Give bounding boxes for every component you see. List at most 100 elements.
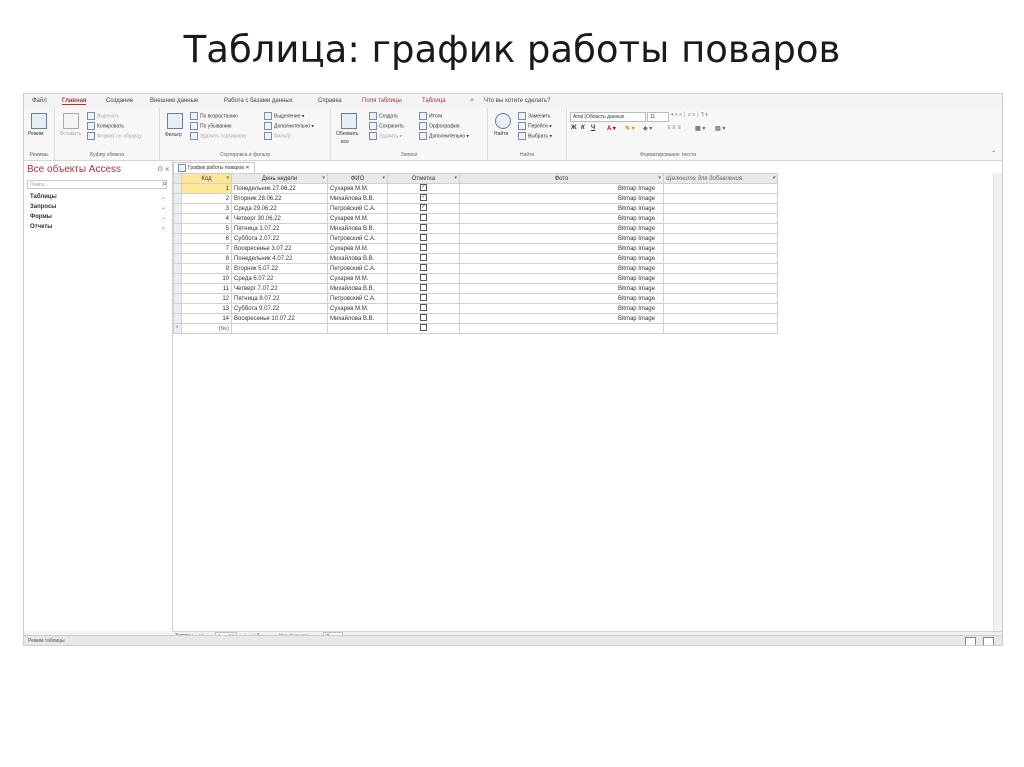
checkbox-unchecked[interactable]: [420, 284, 427, 292]
cell-mark[interactable]: ✓: [387, 203, 460, 214]
cell-kod[interactable]: 3: [181, 203, 232, 214]
design-view-button[interactable]: [983, 637, 994, 645]
cell-photo[interactable]: Bitmap Image: [459, 283, 664, 294]
cell-fio[interactable]: Петровский С.А.: [327, 233, 388, 244]
cell-empty[interactable]: [663, 193, 778, 204]
find-button[interactable]: Найти: [494, 131, 508, 137]
fill-color-button[interactable]: ◆ ▾: [643, 125, 652, 132]
nav-pane-title[interactable]: Все объекты Access: [27, 164, 121, 175]
cell-kod[interactable]: 1: [181, 183, 232, 194]
table-row[interactable]: 12 Пятница 8.07.22 Петровский С.А. Bitmap I…: [173, 293, 778, 304]
checkbox-unchecked[interactable]: [420, 264, 427, 272]
checkbox-unchecked[interactable]: [420, 234, 427, 242]
chevron-down-icon[interactable]: ⌄: [161, 224, 166, 231]
table-row[interactable]: 14 Воскресенье 10.07.22 Михайлова В.В. Bitm…: [173, 313, 778, 324]
new-record-row[interactable]: * (№): [173, 323, 778, 334]
refresh-all-button[interactable]: Обновить: [336, 131, 359, 137]
cell-empty[interactable]: [663, 293, 778, 304]
more-records-button[interactable]: Дополнительно ▾: [419, 132, 469, 140]
nav-group-queries[interactable]: Запросы: [30, 204, 56, 210]
cell-fio[interactable]: Михайлова В.В.: [327, 313, 388, 324]
spelling-button[interactable]: Орфография: [419, 122, 460, 130]
cell-mark[interactable]: ✓: [387, 193, 460, 204]
checkbox-unchecked[interactable]: [420, 244, 427, 252]
table-row[interactable]: 1 Понедельник 27.06.22 Сухарев М.М. ✓ Bitmap…: [173, 183, 778, 194]
sort-descending-button[interactable]: По убыванию: [190, 122, 231, 130]
select-all-cell[interactable]: [173, 173, 182, 184]
cell-mark[interactable]: [387, 313, 460, 324]
checkbox-checked[interactable]: ✓: [420, 204, 427, 212]
list-buttons[interactable]: ▾ ≡ ≡ │ ≡ ≡ │ ¶ ▾: [671, 112, 708, 118]
alt-row-color-button[interactable]: ▤ ▾: [715, 125, 725, 132]
cell-kod[interactable]: 13: [181, 303, 232, 314]
cell-empty[interactable]: [663, 233, 778, 244]
format-painter-button[interactable]: Формат по образцу: [87, 132, 142, 140]
nav-group-reports[interactable]: Отчеты: [30, 224, 52, 230]
cell-photo[interactable]: Bitmap Image: [459, 193, 664, 204]
cell-mark[interactable]: [387, 263, 460, 274]
cell-empty[interactable]: [663, 283, 778, 294]
column-header-photo[interactable]: Фото ▾: [459, 173, 664, 184]
collapse-ribbon-icon[interactable]: ⌃: [991, 150, 996, 157]
row-selector[interactable]: [173, 273, 182, 284]
row-selector[interactable]: [173, 193, 182, 204]
font-color-button[interactable]: A ▾: [607, 125, 616, 132]
cell-day[interactable]: Четверг 7.07.22: [231, 283, 328, 294]
chevron-down-icon[interactable]: ⌄: [161, 194, 166, 201]
nav-group-tables[interactable]: Таблицы: [30, 194, 57, 200]
nav-pane-controls[interactable]: ⊙ «: [157, 165, 169, 173]
cell-fio[interactable]: Сухарев М.М.: [327, 213, 388, 224]
cell-empty[interactable]: [663, 273, 778, 284]
cell-day[interactable]: Воскресенье 10.07.22: [231, 313, 328, 324]
tab-external-data[interactable]: Внешние данные: [150, 98, 198, 104]
checkbox-unchecked[interactable]: [420, 254, 427, 262]
cell-empty[interactable]: [663, 303, 778, 314]
cell-mark[interactable]: [387, 223, 460, 234]
paste-button[interactable]: Вставить: [60, 131, 81, 137]
filter-button[interactable]: Фильтр: [165, 132, 182, 138]
cell-day[interactable]: Среда 6.07.22: [231, 273, 328, 284]
table-row[interactable]: 2 Вторник 28.06.22 Михайлова В.В. ✓ Bitmap I…: [173, 193, 778, 204]
cell-empty[interactable]: [663, 223, 778, 234]
nav-group-forms[interactable]: Формы: [30, 214, 52, 220]
cell-fio[interactable]: Сухарев М.М.: [327, 303, 388, 314]
cell-mark[interactable]: ✓: [387, 183, 460, 194]
cell-kod[interactable]: 9: [181, 263, 232, 274]
datasheet-view-button[interactable]: [965, 637, 976, 645]
remove-sort-button[interactable]: Удалить сортировку: [190, 132, 247, 140]
row-selector[interactable]: [173, 223, 182, 234]
bold-button[interactable]: Ж: [571, 125, 576, 131]
cell-mark[interactable]: [387, 283, 460, 294]
tab-file[interactable]: Файл: [32, 98, 47, 104]
tab-table-fields[interactable]: Поля таблицы: [362, 98, 402, 104]
new-record-button[interactable]: Создать: [369, 112, 398, 120]
selection-button[interactable]: Выделение ▾: [264, 112, 304, 120]
cell-fio[interactable]: Михайлова В.В.: [327, 283, 388, 294]
row-selector[interactable]: [173, 283, 182, 294]
italic-button[interactable]: К: [581, 125, 585, 131]
view-button[interactable]: Режим: [28, 131, 43, 137]
delete-record-button[interactable]: Удалить ▾: [369, 132, 402, 140]
row-selector[interactable]: [173, 303, 182, 314]
cell-fio[interactable]: Михайлова В.В.: [327, 223, 388, 234]
column-header-fio[interactable]: ФИО ▾: [327, 173, 388, 184]
cell-photo[interactable]: Bitmap Image: [459, 293, 664, 304]
sort-ascending-button[interactable]: По возрастанию: [190, 112, 238, 120]
table-row[interactable]: 5 Пятница 1.07.22 Михайлова В.В. Bitmap Ima…: [173, 223, 778, 234]
cell-empty[interactable]: [663, 183, 778, 194]
cell-photo-new[interactable]: [459, 323, 664, 334]
cell-photo[interactable]: Bitmap Image: [459, 223, 664, 234]
cell-mark[interactable]: [387, 233, 460, 244]
goto-button[interactable]: Перейти ▾: [518, 122, 552, 130]
tab-create[interactable]: Создание: [106, 98, 133, 104]
checkbox-unchecked[interactable]: [420, 324, 427, 332]
row-selector[interactable]: [173, 313, 182, 324]
cell-photo[interactable]: Bitmap Image: [459, 273, 664, 284]
cell-empty[interactable]: [663, 203, 778, 214]
cell-mark[interactable]: [387, 213, 460, 224]
checkbox-checked[interactable]: ✓: [420, 194, 427, 202]
cell-empty[interactable]: [663, 243, 778, 254]
column-header-add[interactable]: Щелкните для добавления ▾: [663, 173, 778, 184]
gridlines-button[interactable]: ▦ ▾: [695, 125, 705, 132]
tell-me-input[interactable]: Что вы хотите сделать?: [484, 98, 550, 104]
